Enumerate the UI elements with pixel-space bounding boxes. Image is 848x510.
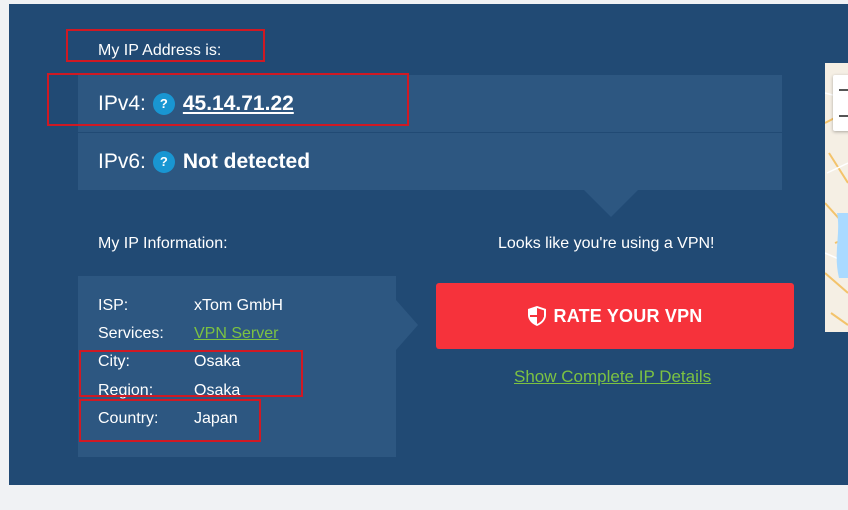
shield-icon [527, 306, 546, 326]
info-row-country: Country: Japan [98, 410, 238, 432]
region-key: Region: [98, 382, 154, 399]
ipv6-value: Not detected [182, 149, 311, 173]
services-key: Services: [98, 325, 164, 342]
city-value: Osaka [194, 353, 241, 370]
ipv4-row: IPv4: ? 45.14.71.22 [78, 75, 782, 132]
ipv4-label: IPv4: [98, 91, 146, 115]
ipv6-label: IPv6: [98, 149, 146, 173]
info-row-region: Region: Osaka [98, 382, 240, 404]
callout-pointer [584, 190, 638, 217]
info-box-pointer [396, 300, 418, 350]
country-value: Japan [194, 410, 238, 427]
region-value: Osaka [194, 382, 241, 399]
isp-key: ISP: [98, 297, 129, 314]
ipv6-row: IPv6: ? Not detected [78, 133, 782, 190]
rate-vpn-button[interactable]: RATE YOUR VPN [436, 283, 794, 349]
info-row-city: City: Osaka [98, 353, 240, 375]
page-heading: My IP Address is: [98, 42, 222, 59]
ipv4-address-link[interactable]: 45.14.71.22 [183, 92, 294, 116]
city-key: City: [98, 353, 130, 370]
info-row-services: Services: VPN Server [98, 325, 278, 347]
rate-vpn-label: RATE YOUR VPN [553, 305, 703, 326]
vpn-detected-note: Looks like you're using a VPN! [498, 235, 715, 252]
services-link[interactable]: VPN Server [194, 325, 278, 347]
ip-information-box: ISP: xTom GmbH Services: VPN Server City… [78, 276, 396, 457]
show-ip-details-link[interactable]: Show Complete IP Details [514, 367, 711, 387]
info-row-isp: ISP: xTom GmbH [98, 297, 283, 319]
zoom-in-icon[interactable] [839, 89, 848, 91]
zoom-out-icon[interactable] [839, 115, 848, 117]
ip-info-panel: My IP Address is: IPv4: ? 45.14.71.22 IP… [9, 4, 848, 485]
question-mark-icon[interactable]: ? [152, 92, 175, 115]
map-preview[interactable] [825, 63, 848, 332]
isp-value: xTom GmbH [194, 297, 283, 314]
map-zoom-control[interactable] [833, 75, 848, 131]
question-mark-icon[interactable]: ? [152, 150, 175, 173]
country-key: Country: [98, 410, 159, 427]
ip-information-heading: My IP Information: [98, 235, 228, 252]
